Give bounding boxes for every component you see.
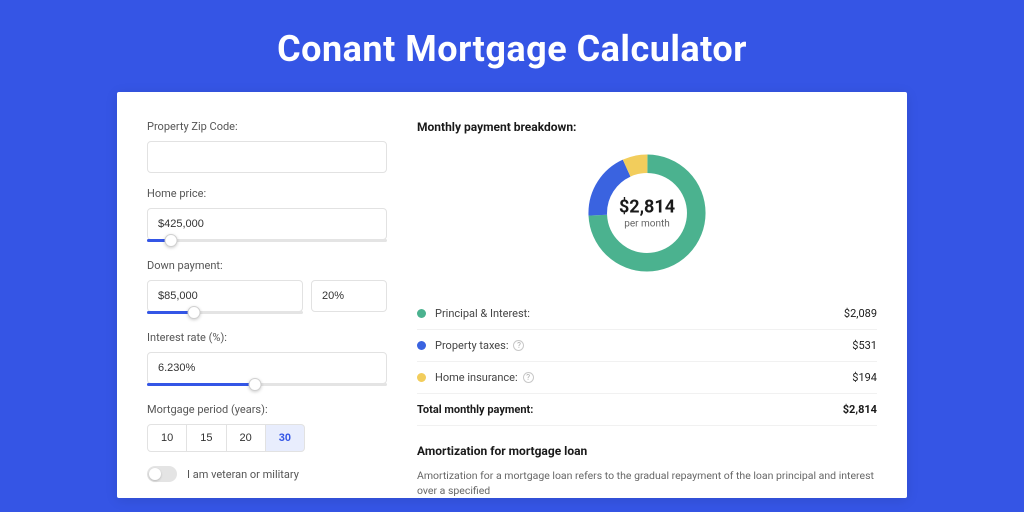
price-slider[interactable] [147,239,387,245]
down-pct-input[interactable] [311,280,387,312]
rate-slider-thumb[interactable] [249,378,262,391]
info-icon[interactable]: ? [513,340,524,351]
rate-label: Interest rate (%): [147,331,387,344]
legend-value-taxes: $531 [852,339,877,352]
rate-input[interactable] [147,352,387,384]
amortization-text: Amortization for a mortgage loan refers … [417,468,877,498]
breakdown-heading: Monthly payment breakdown: [417,120,877,134]
donut-chart-wrap: $2,814 per month [417,148,877,278]
period-option-20[interactable]: 20 [227,424,266,452]
legend-value-insurance: $194 [852,371,877,384]
dot-icon [417,373,426,382]
period-option-30[interactable]: 30 [266,424,305,452]
page-title: Conant Mortgage Calculator [0,0,1024,92]
dot-icon [417,309,426,318]
legend-taxes: Property taxes: ? $531 [417,330,877,362]
down-field: Down payment: [147,259,387,317]
period-field: Mortgage period (years): 10 15 20 30 [147,403,387,452]
donut-chart: $2,814 per month [582,148,712,278]
rate-field: Interest rate (%): [147,331,387,389]
price-slider-thumb[interactable] [165,234,178,247]
legend-total: Total monthly payment: $2,814 [417,394,877,426]
zip-label: Property Zip Code: [147,120,387,133]
toggle-knob [149,468,161,480]
legend-label-taxes: Property taxes: ? [435,339,852,352]
amortization-heading: Amortization for mortgage loan [417,444,877,458]
period-group: 10 15 20 30 [147,424,387,452]
donut-sub: per month [619,219,675,230]
down-label: Down payment: [147,259,387,272]
dot-icon [417,341,426,350]
amortization-section: Amortization for mortgage loan Amortizat… [417,444,877,498]
legend-insurance: Home insurance: ? $194 [417,362,877,394]
legend-label-total: Total monthly payment: [417,403,843,416]
legend-value-principal: $2,089 [844,307,877,320]
down-slider-thumb[interactable] [187,306,200,319]
period-option-15[interactable]: 15 [187,424,226,452]
veteran-label: I am veteran or military [187,468,299,481]
legend-label-insurance: Home insurance: ? [435,371,852,384]
zip-field: Property Zip Code: [147,120,387,173]
down-amount-input[interactable] [147,280,303,312]
legend-text: Property taxes: [435,339,508,352]
price-input[interactable] [147,208,387,240]
price-field: Home price: [147,187,387,245]
period-option-10[interactable]: 10 [147,424,187,452]
rate-slider[interactable] [147,383,387,389]
breakdown-column: Monthly payment breakdown: $2,814 per mo… [417,120,877,498]
period-label: Mortgage period (years): [147,403,387,416]
inputs-column: Property Zip Code: Home price: Down paym… [147,120,387,498]
legend-label-principal: Principal & Interest: [435,307,844,320]
legend-text: Home insurance: [435,371,518,384]
legend-value-total: $2,814 [843,403,877,416]
veteran-toggle[interactable] [147,466,177,482]
zip-input[interactable] [147,141,387,173]
legend-principal: Principal & Interest: $2,089 [417,298,877,330]
price-label: Home price: [147,187,387,200]
donut-amount: $2,814 [619,197,675,218]
veteran-row: I am veteran or military [147,466,387,482]
down-slider[interactable] [147,311,303,317]
donut-center: $2,814 per month [619,197,675,230]
info-icon[interactable]: ? [523,372,534,383]
calculator-card: Property Zip Code: Home price: Down paym… [117,92,907,498]
